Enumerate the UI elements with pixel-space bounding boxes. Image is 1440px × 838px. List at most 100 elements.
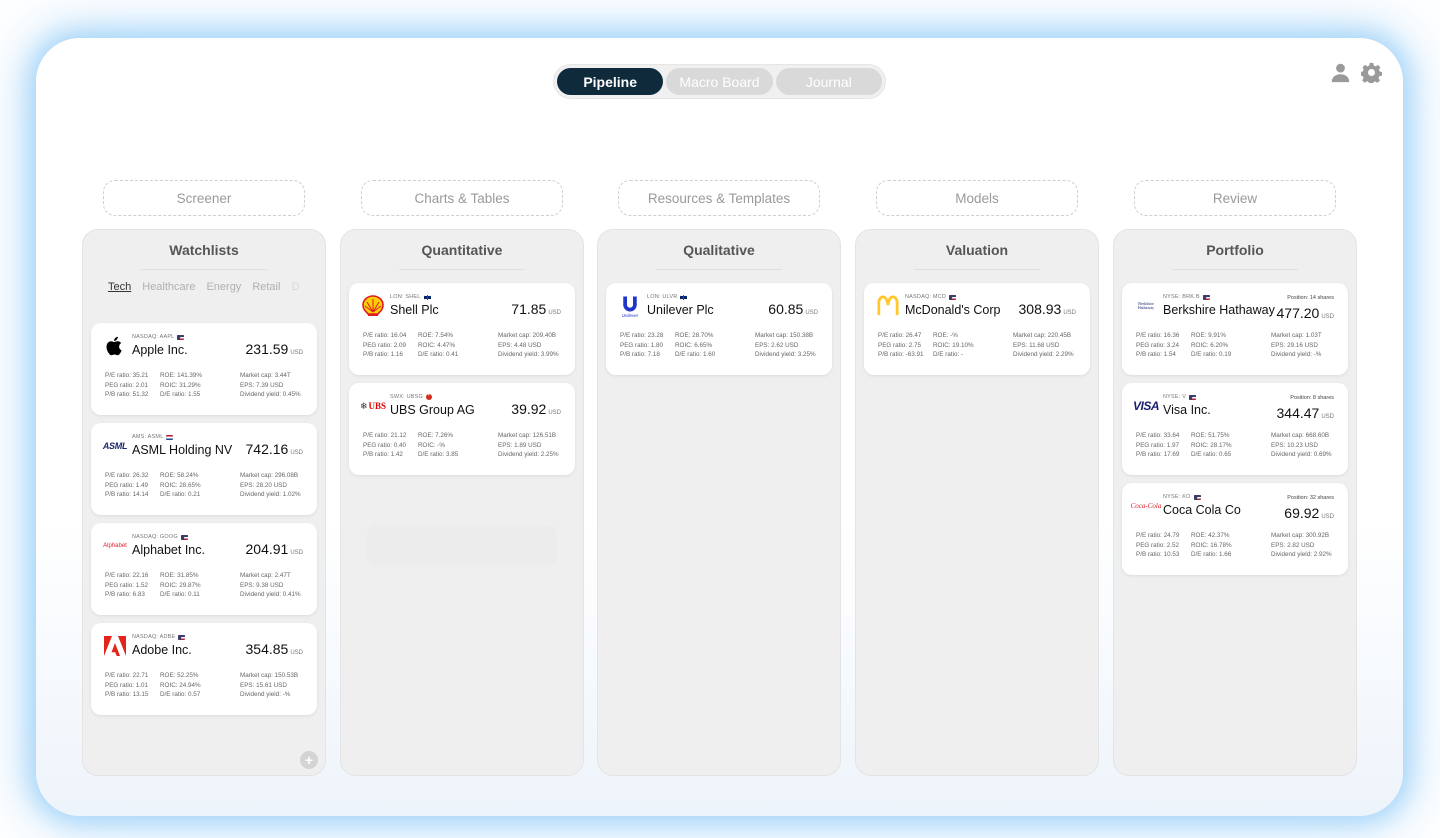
metric-pe: P/E ratio: 22.16 — [105, 572, 149, 579]
flag-icon — [1189, 394, 1197, 400]
add-stock-button[interactable]: + — [300, 751, 318, 769]
metric-peg: PEG ratio: 2.52 — [1136, 541, 1180, 549]
metric-pe: P/E ratio: 16.04 — [363, 332, 407, 339]
exchange-ticker: NYSE: BRK.B — [1163, 294, 1210, 300]
unilever-logo-icon: Unilever — [618, 294, 642, 318]
tab-pipeline[interactable]: Pipeline — [557, 68, 664, 95]
metric-market-cap: Market cap: 150.53B — [240, 672, 299, 679]
position-size: Position: 8 shares — [1290, 395, 1334, 401]
metric-peg: PEG ratio: 1.01 — [105, 681, 149, 689]
key-metrics: P/E ratio: 35.21 ROE: 141.39% Market cap: … — [105, 372, 330, 398]
gear-icon[interactable] — [1361, 62, 1382, 83]
column-title: Portfolio — [1206, 242, 1264, 258]
metric-roe: ROE: 52.25% — [160, 672, 199, 679]
stock-price: 308.93 USD — [1018, 301, 1077, 317]
stock-card[interactable]: ASML AMS: ASML ASML Holding NV 742.16 USD P/E… — [91, 423, 317, 515]
metric-pb: P/B ratio: 51.32 — [105, 391, 149, 398]
metric-roe: ROE: 31.85% — [160, 572, 199, 579]
mcdonalds-logo-icon — [876, 294, 900, 318]
exchange-ticker: NASDAQ: GOOG — [132, 534, 188, 540]
watchlist-tab-retail[interactable]: Retail — [252, 281, 280, 297]
metric-dividend-yield: Dividend yield: 3.99% — [498, 351, 559, 358]
flag-icon — [1202, 294, 1210, 300]
metric-roe: ROE: 42.37% — [1191, 532, 1230, 539]
watchlist-tab-healthcare[interactable]: Healthcare — [142, 281, 195, 297]
metric-roe: ROE: 51.75% — [1191, 432, 1230, 439]
metric-pb: P/B ratio: 1.42 — [363, 451, 403, 458]
stock-card[interactable]: VISA NYSE: V Visa Inc. Position: 8 shares 34… — [1122, 383, 1348, 475]
key-metrics: P/E ratio: 22.71 ROE: 52.25% Market cap: 1… — [105, 672, 330, 698]
cocacola-logo-icon: Coca-Cola — [1131, 494, 1162, 518]
stage-resources-templates[interactable]: Resources & Templates — [618, 180, 820, 216]
key-metrics: P/E ratio: 22.16 ROE: 31.85% Market cap: 2… — [105, 572, 330, 598]
exchange-ticker: LON: SHEL — [390, 294, 431, 300]
stock-price: 204.91 USD — [245, 541, 304, 557]
column-title: Qualitative — [683, 242, 755, 258]
metric-pe: P/E ratio: 16.36 — [1136, 332, 1180, 339]
metric-roe: ROE: 9.91% — [1191, 332, 1226, 339]
metric-de: D/E ratio: 0.65 — [1191, 451, 1232, 458]
exchange-ticker: NASDAQ: AAPL — [132, 334, 185, 340]
metric-dividend-yield: Dividend yield: 1.02% — [240, 491, 301, 498]
stock-card[interactable]: Alphabet NASDAQ: GOOG Alphabet Inc. 204.91 U… — [91, 523, 317, 615]
metric-market-cap: Market cap: 209.40B — [498, 332, 557, 339]
watchlist-tab-tech[interactable]: Tech — [108, 281, 131, 297]
metric-eps: EPS: 7.39 USD — [240, 381, 284, 389]
metric-dividend-yield: Dividend yield: -% — [240, 691, 291, 698]
stock-price: 344.47 USD — [1276, 405, 1335, 421]
metric-pe: P/E ratio: 24.79 — [1136, 532, 1180, 539]
stock-card[interactable]: Coca-Cola NYSE: KO Coca Cola Co Position: 3… — [1122, 483, 1348, 575]
metric-market-cap: Market cap: 2.47T — [240, 572, 291, 579]
company-name: Berkshire Hathaway — [1163, 303, 1275, 317]
metric-dividend-yield: Dividend yield: 0.69% — [1271, 451, 1332, 458]
stock-card[interactable]: NASDAQ: MCD McDonald's Corp 308.93 USD P/E r… — [864, 283, 1090, 375]
metric-de: D/E ratio: 1.66 — [1191, 551, 1232, 558]
stock-price: 231.59 USD — [245, 341, 304, 357]
divider — [914, 269, 1040, 270]
ubs-logo-icon: ❄ UBS — [359, 400, 387, 412]
metric-roic: ROIC: 19.10% — [933, 341, 974, 349]
cocacola-logo-text: Coca-Cola — [1130, 502, 1162, 510]
metric-pb: P/B ratio: 7.18 — [620, 351, 660, 358]
metric-roic: ROIC: 28.65% — [160, 481, 201, 489]
tab-macro-board[interactable]: Macro Board — [666, 68, 773, 95]
stock-card[interactable]: NASDAQ: ADBE Adobe Inc. 354.85 USD P/E ratio… — [91, 623, 317, 715]
metric-peg: PEG ratio: 1.52 — [105, 581, 149, 589]
metric-peg: PEG ratio: 3.24 — [1136, 341, 1180, 349]
company-name: Unilever Plc — [647, 303, 714, 317]
stage-review[interactable]: Review — [1134, 180, 1336, 216]
stock-card[interactable]: LON: SHEL Shell Plc 71.85 USD P/E ratio: 16.… — [349, 283, 575, 375]
exchange-ticker: LON: ULVR — [647, 294, 688, 300]
company-name: McDonald's Corp — [905, 303, 1001, 317]
metric-peg: PEG ratio: 0.40 — [363, 441, 407, 449]
key-metrics: P/E ratio: 24.79 ROE: 42.37% Market cap: 3… — [1136, 532, 1361, 558]
company-name: ASML Holding NV — [132, 443, 233, 457]
stage-screener[interactable]: Screener — [103, 180, 305, 216]
metric-dividend-yield: Dividend yield: -% — [1271, 351, 1322, 358]
stock-card[interactable]: NASDAQ: AAPL Apple Inc. 231.59 USD P/E ratio… — [91, 323, 317, 415]
divider — [399, 269, 525, 270]
metric-roe: ROE: 58.24% — [160, 472, 199, 479]
watchlist-tab-energy[interactable]: Energy — [206, 281, 241, 297]
key-metrics: P/E ratio: 33.64 ROE: 51.75% Market cap: 6… — [1136, 432, 1361, 458]
apple-logo-icon — [103, 334, 127, 358]
berkshire-logo-icon: Berkshire Hathaway — [1134, 294, 1158, 318]
user-icon[interactable] — [1330, 62, 1351, 83]
alphabet-logo-text: Alphabet — [103, 543, 127, 549]
tab-journal[interactable]: Journal — [775, 68, 882, 95]
metric-roic: ROIC: 31.29% — [160, 381, 201, 389]
metric-peg: PEG ratio: 1.49 — [105, 481, 149, 489]
metric-dividend-yield: Dividend yield: 2.92% — [1271, 551, 1332, 558]
metric-roic: ROIC: 6.20% — [1191, 341, 1229, 349]
stock-card[interactable]: ❄UBSSWX: UBSG UBS Group AG 39.92USD P/E rat… — [349, 383, 575, 475]
asml-logo-icon: ASML — [103, 434, 128, 458]
stock-card[interactable]: Unilever LON: ULVR Unilever Plc 60.85 USD P/E… — [606, 283, 832, 375]
stock-card[interactable]: Berkshire Hathaway NYSE: BRK.B Berkshire H… — [1122, 283, 1348, 375]
stage-charts-tables[interactable]: Charts & Tables — [361, 180, 563, 216]
company-name: Apple Inc. — [132, 343, 188, 357]
metric-market-cap: Market cap: 296.08B — [240, 472, 299, 479]
company-name: Coca Cola Co — [1163, 503, 1241, 517]
column-watchlists: Watchlists Tech Healthcare Energy Retail… — [82, 229, 326, 776]
watchlist-tab-more[interactable]: De — [291, 281, 299, 297]
stage-models[interactable]: Models — [876, 180, 1078, 216]
